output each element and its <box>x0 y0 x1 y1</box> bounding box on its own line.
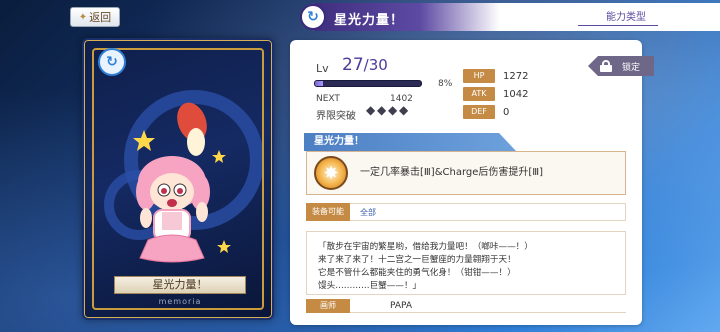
level-max: /30 <box>363 56 388 74</box>
stat-tag: ATK <box>463 87 495 101</box>
exp-percent: 8% <box>438 79 453 89</box>
quote-line: 来了来了来了！十二宫之一巨蟹座的力量翱翔于天！ <box>318 255 516 265</box>
level-value: 27/30 <box>342 55 388 75</box>
skill-description: 一定几率暴击[Ⅲ]&Charge后伤害提升[Ⅲ] <box>360 167 544 178</box>
stat-value: 0 <box>503 106 510 118</box>
exp-bar-fill <box>315 81 324 86</box>
limit-break-diamond-icon: ◆ <box>388 103 398 117</box>
top-bar: ✦ 返回 ↻ 星光力量！ 能力类型 <box>0 0 720 34</box>
quote-line: 它是不管什么都能夹住的勇气化身！（钳钳——！） <box>318 268 516 278</box>
quote-line: 馒头…………巨蟹——！」 <box>318 281 422 291</box>
lock-icon <box>600 60 612 72</box>
equip-value: 全部 <box>360 208 376 217</box>
quote-line: 「散步在宇宙的繁星哟，借给我力量吧！（啷咔——！） <box>318 242 533 252</box>
artist-name: PAPA <box>390 301 413 311</box>
next-label: NEXT <box>316 94 340 104</box>
artist-row <box>306 299 626 313</box>
limit-break-diamonds: ◆ ◆ ◆ ◆ <box>366 103 409 117</box>
artist-label: 画师 <box>306 299 350 313</box>
lock-label: 锁定 <box>622 62 641 73</box>
limit-break-diamond-icon: ◆ <box>366 103 376 117</box>
star-icon: ✦ <box>78 11 88 23</box>
stat-tag: DEF <box>463 105 495 119</box>
page-title: 星光力量！ <box>334 13 405 28</box>
character-illustration <box>133 102 231 263</box>
stat-hp: HP 1272 <box>463 69 528 83</box>
limit-break-label: 界限突破 <box>316 111 356 122</box>
limit-break-diamond-icon: ◆ <box>377 103 387 117</box>
stat-atk: ATK 1042 <box>463 87 528 101</box>
ability-type-button[interactable]: 能力类型 <box>578 10 658 26</box>
card-subtitle: memoria <box>158 297 202 306</box>
level-current: 27 <box>342 55 364 75</box>
back-label: 返回 <box>89 11 112 24</box>
equip-label: 装备可能 <box>306 203 350 221</box>
skill-header: 星光力量！ <box>304 133 516 151</box>
lock-button[interactable]: 锁定 <box>588 56 654 76</box>
equip-row <box>306 203 626 221</box>
stat-value: 1272 <box>503 70 529 82</box>
stat-tag: HP <box>463 69 495 83</box>
card-type-icon: ↻ <box>98 48 126 76</box>
limit-break-diamond-icon: ◆ <box>399 103 409 117</box>
back-button[interactable]: ✦ 返回 <box>70 7 120 27</box>
level-label: Lv <box>316 62 329 75</box>
card-name: 星光力量！ <box>114 276 246 294</box>
stat-def: DEF 0 <box>463 105 509 119</box>
exp-bar <box>314 80 422 87</box>
memoria-type-icon: ↻ <box>300 4 326 30</box>
burst-icon: ✸ <box>314 156 348 190</box>
stat-value: 1042 <box>503 88 529 100</box>
memoria-card[interactable]: ↻ 星光力量！ memoria <box>82 38 274 320</box>
